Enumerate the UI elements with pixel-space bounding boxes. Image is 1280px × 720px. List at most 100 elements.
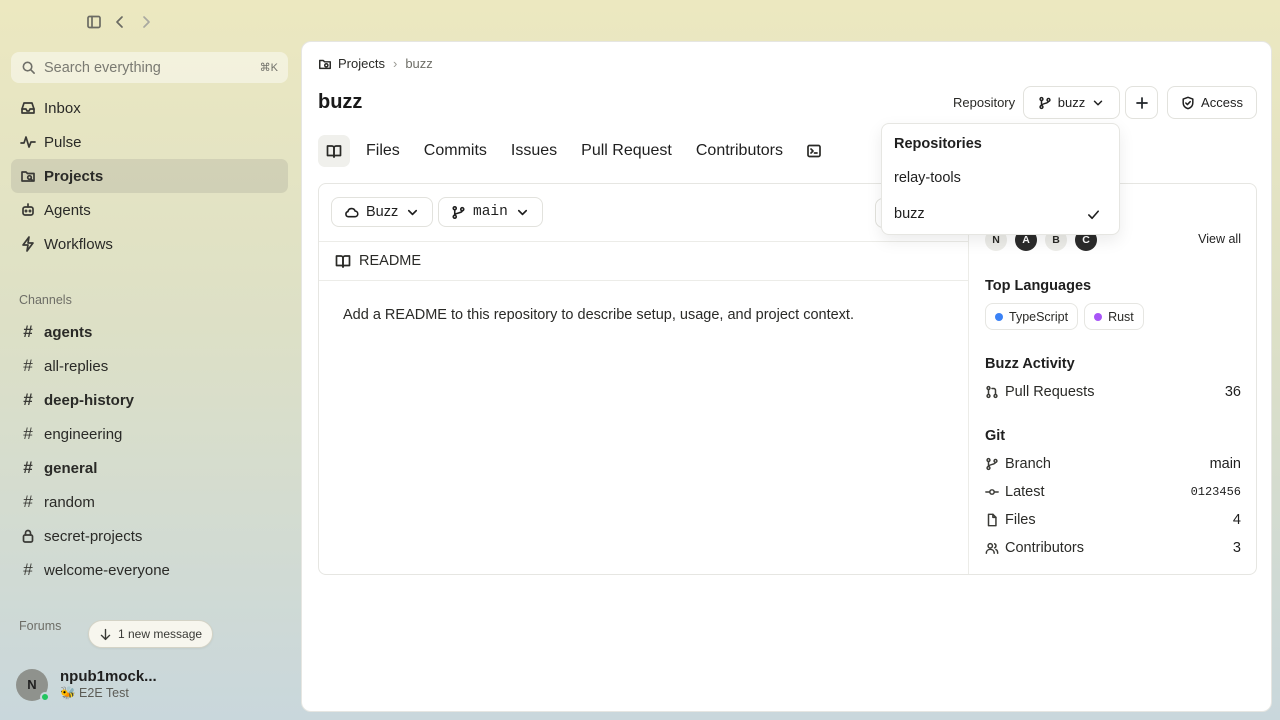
branch-selector-label: main	[473, 204, 508, 220]
breadcrumb-projects[interactable]: Projects	[338, 56, 385, 71]
contributors-count: 3	[1232, 540, 1241, 556]
channel-label: agents	[44, 323, 93, 341]
view-all-link[interactable]: View all	[1198, 232, 1241, 246]
hash-icon: #	[23, 356, 33, 375]
language-list: TypeScript Rust	[985, 303, 1144, 330]
nav-item-inbox[interactable]: Inbox	[11, 91, 288, 125]
latest-label: Latest	[1005, 484, 1045, 500]
option-label: buzz	[894, 206, 925, 222]
language-color-dot	[995, 312, 1003, 321]
pulse-icon	[20, 134, 44, 150]
tab-readme[interactable]	[318, 135, 350, 167]
new-message-pill[interactable]: 1 new message	[88, 620, 214, 648]
new-message-label: 1 new message	[118, 627, 203, 641]
channel-label: engineering	[44, 425, 123, 443]
check-icon	[1086, 207, 1101, 222]
files-count: 4	[1232, 512, 1241, 528]
git-latest-row: Latest 0123456	[985, 482, 1241, 502]
source-selector[interactable]: Buzz	[331, 197, 434, 227]
channel-item[interactable]: # all-replies	[11, 349, 288, 383]
search-input[interactable]	[44, 59, 260, 76]
avatar: N	[16, 668, 50, 702]
git-contributors-row: Contributors 3	[985, 538, 1241, 558]
files-label: Files	[1005, 512, 1036, 528]
commit-icon	[985, 485, 1005, 499]
inbox-icon	[20, 100, 44, 116]
repository-selector[interactable]: buzz	[1023, 86, 1120, 119]
users-icon	[985, 541, 1005, 555]
channel-label: welcome-everyone	[44, 561, 170, 579]
readme-header: README	[319, 241, 968, 281]
readme-title: README	[359, 253, 422, 269]
repo-overview-card: Buzz main README Add a README to this re…	[318, 183, 1257, 575]
breadcrumb: Projects › buzz	[318, 56, 433, 71]
tab-terminal[interactable]	[798, 135, 830, 167]
breadcrumb-current: buzz	[405, 56, 433, 71]
git-files-row: Files 4	[985, 510, 1241, 530]
projects-icon	[318, 57, 338, 71]
nav-item-label: Pulse	[44, 133, 82, 151]
chevron-down-icon	[515, 205, 530, 220]
search-shortcut: ⌘K	[259, 62, 278, 74]
hash-icon: #	[23, 492, 33, 511]
nav-item-label: Inbox	[44, 99, 81, 117]
top-languages-heading: Top Languages	[985, 278, 1092, 294]
hash-icon: #	[23, 424, 33, 443]
channel-item[interactable]: secret-projects	[11, 519, 288, 553]
dropdown-option-buzz[interactable]: buzz	[886, 198, 1117, 230]
repo-tabs: Files Commits Issues Pull Request Contri…	[318, 134, 830, 168]
branch-icon	[985, 457, 1005, 471]
branch-selector[interactable]: main	[438, 197, 543, 227]
branch-value: main	[1209, 456, 1241, 472]
tab-pull-request[interactable]: Pull Request	[576, 142, 677, 160]
latest-commit-hash: 0123456	[1190, 485, 1241, 499]
shield-check-icon	[1181, 96, 1195, 110]
access-label: Access	[1201, 95, 1243, 110]
channel-item[interactable]: # agents	[11, 315, 288, 349]
channel-label: secret-projects	[44, 527, 143, 545]
main-nav: Inbox Pulse Projects Agents Workflows	[11, 91, 288, 261]
search-bar[interactable]: ⌘K	[11, 52, 288, 83]
channel-item[interactable]: # welcome-everyone	[11, 553, 288, 587]
readme-text: Add a README to this repository to descr…	[343, 307, 854, 323]
channel-list: # agents # all-replies # deep-history # engi…	[11, 315, 288, 587]
toggle-sidebar-icon[interactable]	[86, 14, 102, 30]
window-nav	[86, 14, 154, 30]
user-profile[interactable]: N npub1mock... 🐝 E2E Test	[16, 668, 157, 702]
terminal-icon	[806, 143, 822, 159]
forward-arrow-icon[interactable]	[138, 14, 154, 30]
git-heading: Git	[985, 428, 1006, 444]
chevron-down-icon	[1091, 96, 1105, 110]
back-arrow-icon[interactable]	[112, 14, 128, 30]
nav-item-pulse[interactable]: Pulse	[11, 125, 288, 159]
channel-item[interactable]: # engineering	[11, 417, 288, 451]
pull-requests-row[interactable]: Pull Requests 36	[985, 382, 1241, 402]
channel-item[interactable]: # deep-history	[11, 383, 288, 417]
nav-item-workflows[interactable]: Workflows	[11, 227, 288, 261]
arrow-down-icon	[99, 628, 112, 641]
language-badge: TypeScript	[985, 303, 1079, 330]
nav-item-agents[interactable]: Agents	[11, 193, 288, 227]
nav-item-projects[interactable]: Projects	[11, 159, 288, 193]
tab-commits[interactable]: Commits	[419, 142, 492, 160]
channel-item[interactable]: # random	[11, 485, 288, 519]
channel-item[interactable]: # general	[11, 451, 288, 485]
access-button[interactable]: Access	[1167, 86, 1257, 119]
plus-icon	[1134, 95, 1150, 111]
repository-selector-label: buzz	[1057, 95, 1086, 110]
hash-icon: #	[23, 390, 33, 409]
pull-requests-label: Pull Requests	[1005, 384, 1095, 400]
dropdown-option-relay-tools[interactable]: relay-tools	[886, 162, 1117, 194]
channel-label: deep-history	[44, 391, 135, 409]
hash-icon: #	[23, 458, 33, 477]
book-open-icon	[335, 253, 351, 269]
add-repository-button[interactable]	[1125, 86, 1158, 119]
tab-contributors[interactable]: Contributors	[691, 142, 788, 160]
tab-files[interactable]: Files	[361, 142, 405, 160]
channels-heading: Channels	[19, 293, 72, 307]
language-name: Rust	[1108, 309, 1134, 324]
divider	[968, 184, 969, 574]
tab-issues[interactable]: Issues	[506, 142, 562, 160]
nav-item-label: Projects	[44, 167, 104, 185]
hash-icon: #	[23, 560, 33, 579]
